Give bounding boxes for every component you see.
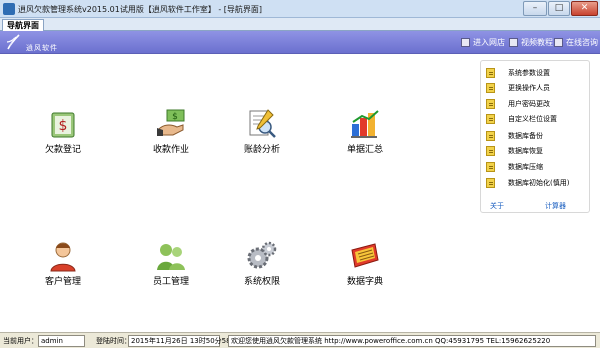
database-backup-item[interactable]: 数据库备份 bbox=[486, 130, 586, 142]
document-icon bbox=[486, 131, 495, 141]
tile-debt-register[interactable]: $ 欠款登记 bbox=[28, 108, 98, 162]
about-link[interactable]: 关于 bbox=[490, 201, 504, 211]
close-icon: ✕ bbox=[580, 3, 589, 13]
menu-item-label: 自定义栏位设置 bbox=[508, 115, 557, 123]
tile-label: 欠款登记 bbox=[44, 145, 81, 155]
employees-icon bbox=[157, 244, 185, 270]
video-link-label: 视频教程 bbox=[521, 38, 553, 47]
database-restore-item[interactable]: 数据库恢复 bbox=[486, 145, 586, 157]
document-icon bbox=[486, 146, 495, 156]
document-icon bbox=[486, 162, 495, 172]
current-user-label: 当前用户： bbox=[3, 337, 38, 345]
database-compress-item[interactable]: 数据库压缩 bbox=[486, 161, 586, 173]
switch-operator-item[interactable]: 更换操作人员 bbox=[486, 82, 586, 94]
document-icon bbox=[486, 178, 495, 188]
settings-panel: 系统参数设置 更换操作人员 用户密码更改 自定义栏位设置 数据库备份 数据库恢复… bbox=[480, 60, 590, 213]
current-user-value: admin bbox=[38, 335, 85, 347]
menu-item-label: 系统参数设置 bbox=[508, 69, 550, 77]
brand-name: 逍风软件 bbox=[26, 44, 58, 52]
maximize-button[interactable]: □ bbox=[548, 1, 570, 16]
close-button[interactable]: ✕ bbox=[571, 1, 598, 16]
minimize-button[interactable]: – bbox=[523, 1, 547, 16]
menu-item-label: 更换操作人员 bbox=[508, 84, 550, 92]
gears-icon bbox=[247, 241, 277, 269]
logo-icon bbox=[6, 34, 20, 50]
document-icon bbox=[486, 99, 495, 109]
calculator-link[interactable]: 计算器 bbox=[545, 201, 566, 211]
document-icon bbox=[486, 68, 495, 78]
title-bar: 逍风欠款管理系统v2015.01试用版【逍风软件工作室】 - [导航界面] – … bbox=[0, 0, 600, 18]
login-time-label: 登陆时间： bbox=[96, 337, 131, 345]
window-title: 逍风欠款管理系统v2015.01试用版【逍风软件工作室】 - [导航界面] bbox=[18, 5, 263, 14]
welcome-message: 欢迎您使用逍风欠款管理系统 http://www.poweroffice.com… bbox=[228, 335, 596, 347]
tile-label: 单据汇总 bbox=[346, 145, 383, 155]
status-bar: 当前用户： admin 登陆时间： 2015年11月26日 13时50分58秒 … bbox=[0, 332, 600, 348]
menu-item-label: 数据库恢复 bbox=[508, 147, 543, 155]
tile-label: 数据字典 bbox=[346, 277, 383, 287]
tile-label: 员工管理 bbox=[152, 277, 189, 287]
menu-item-label: 用户密码更改 bbox=[508, 100, 550, 108]
banner: 逍风软件 进入网店 视频教程 在线咨询 bbox=[0, 31, 600, 54]
dictionary-icon bbox=[351, 243, 379, 268]
document-icon bbox=[486, 83, 495, 93]
tile-aging-analysis[interactable]: 账龄分析 bbox=[227, 108, 297, 162]
document-icon bbox=[486, 114, 495, 124]
video-icon bbox=[509, 38, 518, 47]
menu-item-label: 数据库压缩 bbox=[508, 163, 543, 171]
tile-label: 客户管理 bbox=[44, 277, 81, 287]
tile-customer-management[interactable]: 客户管理 bbox=[28, 240, 98, 294]
change-password-item[interactable]: 用户密码更改 bbox=[486, 98, 586, 110]
consult-link-label: 在线咨询 bbox=[566, 38, 598, 47]
tile-label: 系统权限 bbox=[243, 277, 280, 287]
menu-item-label: 数据库备份 bbox=[508, 132, 543, 140]
money-register-icon: $ bbox=[51, 112, 75, 138]
svg-text:$: $ bbox=[172, 112, 178, 122]
maximize-icon: □ bbox=[554, 3, 564, 13]
chat-icon bbox=[554, 38, 563, 47]
system-settings-item[interactable]: 系统参数设置 bbox=[486, 67, 586, 79]
customer-icon bbox=[50, 242, 76, 272]
aging-analysis-icon bbox=[249, 109, 276, 138]
app-icon bbox=[3, 3, 15, 15]
payment-collection-icon: $ bbox=[157, 109, 185, 136]
tile-label: 收款作业 bbox=[152, 145, 189, 155]
custom-fields-item[interactable]: 自定义栏位设置 bbox=[486, 113, 586, 125]
login-time-value: 2015年11月26日 13时50分58秒 bbox=[128, 335, 238, 347]
tab-strip: 导航界面 bbox=[0, 18, 600, 31]
tile-employee-management[interactable]: 员工管理 bbox=[136, 240, 206, 294]
shop-icon bbox=[461, 38, 470, 47]
tab-navigation[interactable]: 导航界面 bbox=[2, 19, 44, 31]
tile-system-permissions[interactable]: 系统权限 bbox=[227, 240, 297, 294]
menu-item-label: 数据库初始化(慎用) bbox=[508, 179, 570, 187]
navigation-main: $ 欠款登记 $ 收款作业 账龄分析 单据汇总 客户管理 员工管理 系统权限 数… bbox=[0, 54, 600, 332]
tile-document-summary[interactable]: 单据汇总 bbox=[330, 108, 400, 162]
database-init-item[interactable]: 数据库初始化(慎用) bbox=[486, 177, 586, 189]
svg-text:$: $ bbox=[59, 118, 68, 134]
tile-data-dictionary[interactable]: 数据字典 bbox=[330, 240, 400, 294]
minimize-icon: – bbox=[532, 3, 538, 13]
bar-chart-icon bbox=[351, 110, 379, 138]
tile-payment-collection[interactable]: $ 收款作业 bbox=[136, 108, 206, 162]
shop-link-label: 进入网店 bbox=[473, 38, 505, 47]
tile-label: 账龄分析 bbox=[243, 145, 280, 155]
